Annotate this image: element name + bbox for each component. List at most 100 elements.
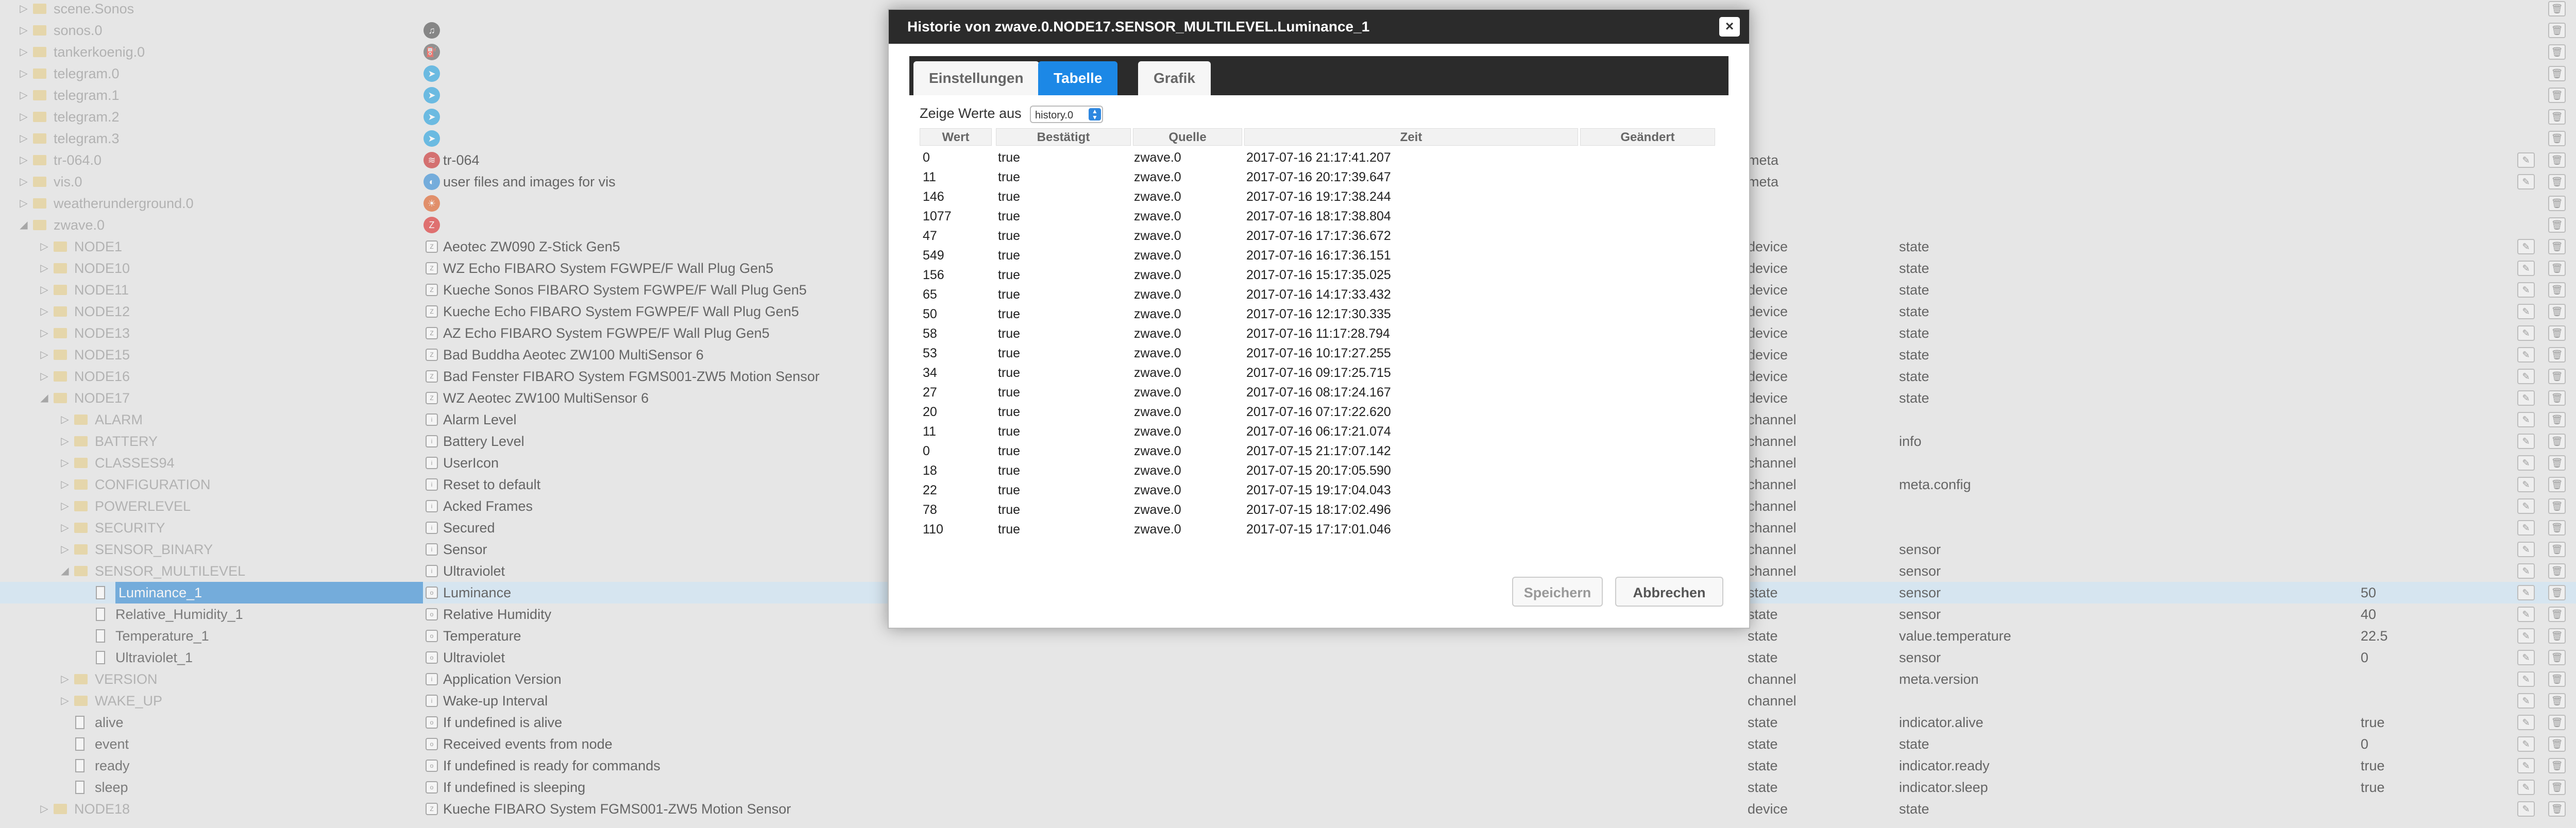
table-cell: true — [998, 268, 1021, 282]
table-cell: true — [998, 150, 1021, 165]
table-cell: 2017-07-15 20:17:05.590 — [1246, 463, 1391, 478]
table-cell: zwave.0 — [1134, 189, 1181, 204]
table-cell: zwave.0 — [1134, 326, 1181, 341]
table-cell: 20 — [923, 405, 937, 419]
table-cell: 2017-07-16 21:17:41.207 — [1246, 150, 1391, 165]
table-cell: zwave.0 — [1134, 405, 1181, 419]
table-cell: 78 — [923, 503, 937, 517]
table-cell: 2017-07-16 17:17:36.672 — [1246, 229, 1391, 243]
table-cell: 18 — [923, 463, 937, 478]
table-row[interactable]: 549 true zwave.0 2017-07-16 16:17:36.151 — [889, 246, 1749, 265]
table-cell: zwave.0 — [1134, 366, 1181, 380]
instance-label: Zeige Werte aus — [920, 106, 1022, 121]
table-cell: true — [998, 385, 1021, 400]
table-row[interactable]: 47 true zwave.0 2017-07-16 17:17:36.672 — [889, 226, 1749, 246]
table-cell: zwave.0 — [1134, 463, 1181, 478]
dialog-title-bar: Historie von zwave.0.NODE17.SENSOR_MULTI… — [889, 10, 1749, 44]
table-cell: true — [998, 248, 1021, 263]
table-row[interactable]: 0 true zwave.0 2017-07-15 21:17:07.142 — [889, 441, 1749, 461]
table-cell: 22 — [923, 483, 937, 497]
table-row[interactable]: 0 true zwave.0 2017-07-16 21:17:41.207 — [889, 148, 1749, 167]
table-cell: 2017-07-16 16:17:36.151 — [1246, 248, 1391, 263]
table-cell: true — [998, 503, 1021, 517]
table-row[interactable]: 156 true zwave.0 2017-07-16 15:17:35.025 — [889, 265, 1749, 285]
save-button[interactable]: Speichern — [1512, 577, 1603, 607]
table-cell: 2017-07-16 10:17:27.255 — [1246, 346, 1391, 360]
table-cell: 1077 — [923, 209, 952, 223]
column-header[interactable]: Zeit — [1244, 128, 1578, 146]
table-cell: 47 — [923, 229, 937, 243]
table-cell: zwave.0 — [1134, 522, 1181, 537]
table-cell: 156 — [923, 268, 944, 282]
table-cell: true — [998, 463, 1021, 478]
table-cell: zwave.0 — [1134, 346, 1181, 360]
table-cell: 549 — [923, 248, 944, 263]
table-cell: 2017-07-16 07:17:22.620 — [1246, 405, 1391, 419]
table-row[interactable]: 78 true zwave.0 2017-07-15 18:17:02.496 — [889, 500, 1749, 520]
column-header[interactable]: Quelle — [1133, 128, 1242, 146]
table-cell: true — [998, 366, 1021, 380]
table-cell: 2017-07-16 11:17:28.794 — [1246, 326, 1390, 341]
table-cell: zwave.0 — [1134, 209, 1181, 223]
close-icon[interactable]: × — [1719, 17, 1740, 37]
table-row[interactable]: 22 true zwave.0 2017-07-15 19:17:04.043 — [889, 480, 1749, 500]
table-row[interactable]: 50 true zwave.0 2017-07-16 12:17:30.335 — [889, 304, 1749, 324]
history-dialog: Historie von zwave.0.NODE17.SENSOR_MULTI… — [888, 9, 1750, 629]
table-cell: true — [998, 483, 1021, 497]
tab-tabelle[interactable]: Tabelle — [1038, 61, 1118, 95]
tab-grafik[interactable]: Grafik — [1138, 61, 1211, 95]
table-row[interactable]: 20 true zwave.0 2017-07-16 07:17:22.620 — [889, 402, 1749, 422]
table-row[interactable]: 34 true zwave.0 2017-07-16 09:17:25.715 — [889, 363, 1749, 383]
column-header[interactable]: Wert — [920, 128, 992, 146]
table-cell: true — [998, 522, 1021, 537]
table-cell: 2017-07-16 19:17:38.244 — [1246, 189, 1391, 204]
table-cell: zwave.0 — [1134, 307, 1181, 321]
column-header[interactable]: Geändert — [1580, 128, 1715, 146]
table-row[interactable]: 53 true zwave.0 2017-07-16 10:17:27.255 — [889, 343, 1749, 363]
table-row[interactable]: 146 true zwave.0 2017-07-16 19:17:38.244 — [889, 187, 1749, 206]
table-cell: 2017-07-15 19:17:04.043 — [1246, 483, 1391, 497]
cancel-button[interactable]: Abbrechen — [1615, 577, 1723, 607]
table-cell: zwave.0 — [1134, 444, 1181, 458]
table-cell: true — [998, 444, 1021, 458]
table-cell: 0 — [923, 444, 930, 458]
table-cell: true — [998, 170, 1021, 184]
table-cell: true — [998, 424, 1021, 439]
table-cell: 34 — [923, 366, 937, 380]
table-cell: true — [998, 326, 1021, 341]
table-cell: 2017-07-15 18:17:02.496 — [1246, 503, 1391, 517]
column-header[interactable]: Bestätigt — [996, 128, 1131, 146]
table-cell: 2017-07-16 08:17:24.167 — [1246, 385, 1391, 400]
table-cell: 2017-07-16 12:17:30.335 — [1246, 307, 1391, 321]
table-row[interactable]: 11 true zwave.0 2017-07-16 20:17:39.647 — [889, 167, 1749, 187]
table-cell: zwave.0 — [1134, 229, 1181, 243]
table-row[interactable]: 65 true zwave.0 2017-07-16 14:17:33.432 — [889, 285, 1749, 304]
table-cell: 53 — [923, 346, 937, 360]
table-cell: zwave.0 — [1134, 503, 1181, 517]
tab-einstellungen[interactable]: Einstellungen — [913, 61, 1039, 95]
instance-select[interactable]: history.0 ▲ ▼ — [1030, 106, 1103, 123]
table-row[interactable]: 1077 true zwave.0 2017-07-16 18:17:38.804 — [889, 206, 1749, 226]
table-row[interactable]: 18 true zwave.0 2017-07-15 20:17:05.590 — [889, 461, 1749, 480]
table-cell: zwave.0 — [1134, 248, 1181, 263]
table-cell: true — [998, 307, 1021, 321]
table-cell: true — [998, 287, 1021, 302]
table-cell: 2017-07-15 21:17:07.142 — [1246, 444, 1391, 458]
table-cell: true — [998, 209, 1021, 223]
table-row[interactable]: 27 true zwave.0 2017-07-16 08:17:24.167 — [889, 383, 1749, 402]
table-cell: true — [998, 405, 1021, 419]
table-cell: true — [998, 189, 1021, 204]
dialog-tabs: Einstellungen Tabelle Grafik — [909, 56, 1728, 95]
table-cell: 2017-07-16 15:17:35.025 — [1246, 268, 1391, 282]
table-row[interactable]: 11 true zwave.0 2017-07-16 06:17:21.074 — [889, 422, 1749, 441]
table-cell: true — [998, 346, 1021, 360]
table-cell: 2017-07-16 20:17:39.647 — [1246, 170, 1391, 184]
table-cell: 2017-07-16 18:17:38.804 — [1246, 209, 1391, 223]
table-row[interactable]: 58 true zwave.0 2017-07-16 11:17:28.794 — [889, 324, 1749, 343]
table-row[interactable]: 110 true zwave.0 2017-07-15 17:17:01.046 — [889, 520, 1749, 539]
table-cell: zwave.0 — [1134, 150, 1181, 165]
dialog-title: Historie von zwave.0.NODE17.SENSOR_MULTI… — [907, 19, 1370, 34]
table-cell: 11 — [923, 170, 936, 184]
table-cell: 58 — [923, 326, 937, 341]
table-cell: 0 — [923, 150, 930, 165]
